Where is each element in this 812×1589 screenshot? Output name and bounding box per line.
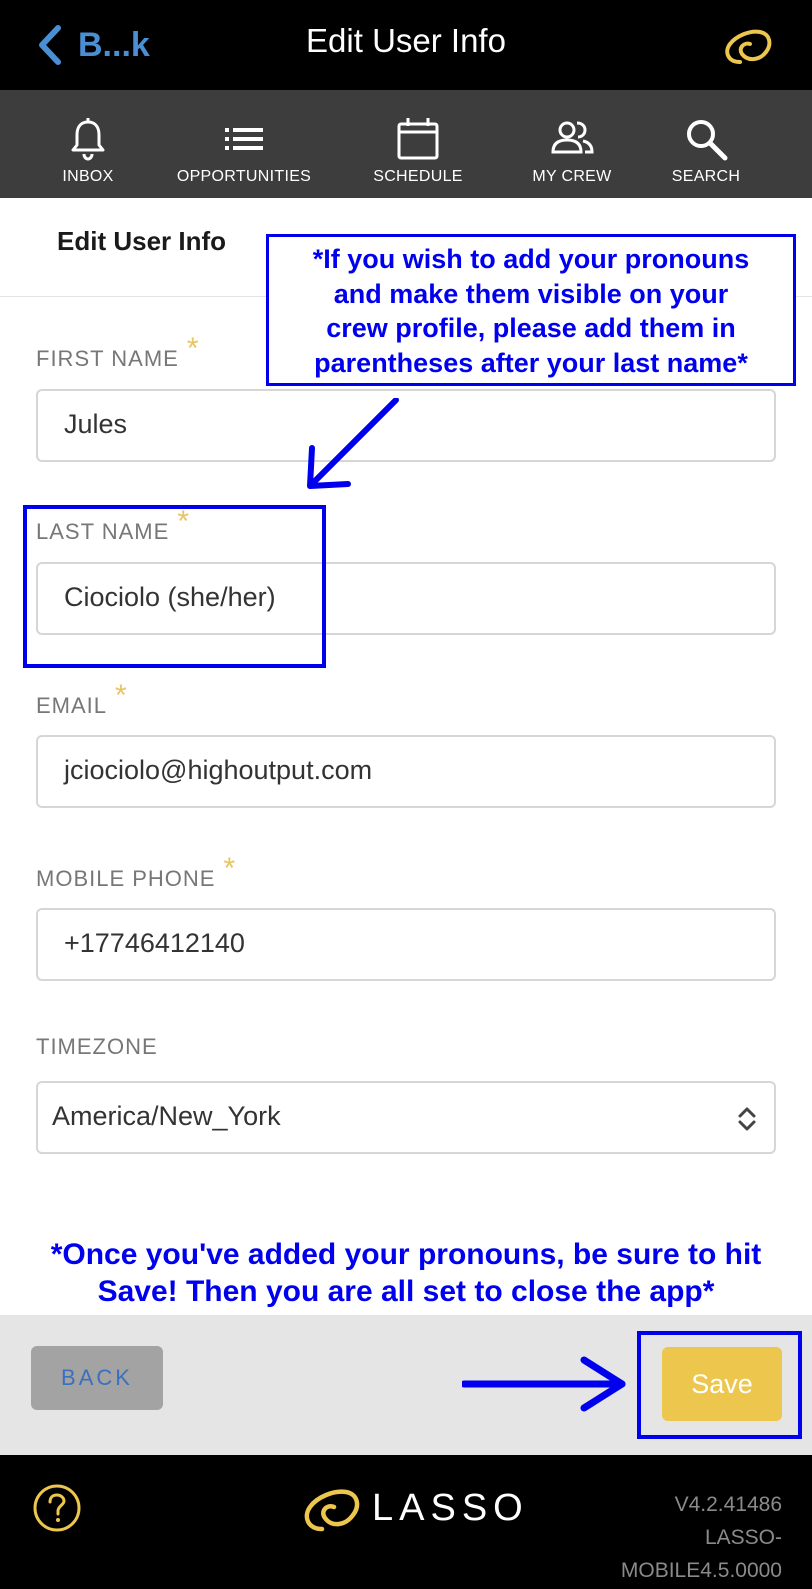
required-star: * <box>115 679 128 712</box>
email-label-text: EMAIL <box>36 693 108 718</box>
timezone-value: America/New_York <box>52 1101 281 1131</box>
timezone-label-text: TIMEZONE <box>36 1034 158 1059</box>
save-annotation: *Once you've added your pronouns, be sur… <box>0 1236 812 1310</box>
mobile-phone-label-text: MOBILE PHONE <box>36 866 216 891</box>
nav-item-schedule[interactable]: SCHEDULE <box>368 90 468 198</box>
back-button[interactable]: BACK <box>31 1346 163 1410</box>
list-icon <box>225 128 263 150</box>
people-icon <box>551 121 594 154</box>
version-info: V4.2.41486 LASSO- MOBILE4.5.0000 <box>582 1488 782 1587</box>
nav-label-schedule: SCHEDULE <box>373 168 463 185</box>
last-name-highlight <box>23 505 326 668</box>
select-arrows-icon <box>738 1107 756 1131</box>
lasso-logo-icon <box>304 1489 360 1532</box>
pronoun-annotation-line: crew profile, please add them in <box>326 313 736 343</box>
pronoun-annotation-line: *If you wish to add your pronouns <box>312 244 750 274</box>
annotation-arrow-icon <box>307 398 399 489</box>
lasso-logo-icon[interactable] <box>720 22 774 68</box>
first-name-label-text: FIRST NAME <box>36 346 179 371</box>
question-mark-icon[interactable] <box>32 1483 82 1533</box>
annotation-arrow-right-icon <box>462 1356 626 1412</box>
footer-logo: LASSO <box>300 1481 529 1535</box>
email-value: jciociolo@highoutput.com <box>64 755 373 785</box>
save-annotation-line: *Once you've added your pronouns, be sur… <box>50 1238 762 1271</box>
pronoun-annotation-line: and make them visible on your <box>333 278 729 309</box>
version-line: LASSO- <box>704 1526 782 1549</box>
top-bar: B...k Edit User Info <box>0 0 812 90</box>
bell-icon <box>71 118 105 161</box>
footer-logo-text: LASSO <box>372 1486 529 1529</box>
version-line: V4.2.41486 <box>674 1493 782 1516</box>
app-title: Edit User Info <box>306 22 506 59</box>
version-line: MOBILE4.5.0000 <box>620 1559 782 1582</box>
save-highlight <box>637 1331 802 1439</box>
nav-label-search: SEARCH <box>671 168 741 185</box>
page-title: Edit User Info <box>57 226 227 256</box>
search-icon <box>687 120 728 161</box>
save-annotation-line: Save! Then you are all set to close the … <box>97 1275 715 1308</box>
nav-item-opportunities[interactable]: OPPORTUNITIES <box>174 90 314 198</box>
email-label: EMAIL * <box>36 679 128 721</box>
nav-item-search[interactable]: SEARCH <box>664 90 748 198</box>
required-star: * <box>186 332 200 365</box>
mobile-phone-value: +17746412140 <box>64 928 245 958</box>
nav-bar: INBOX OPPORTUNITIES SCHEDULE MY CREW SEA… <box>0 90 812 198</box>
timezone-label: TIMEZONE <box>36 1034 158 1060</box>
timezone-select[interactable]: America/New_York <box>36 1081 776 1154</box>
email-field[interactable]: jciociolo@highoutput.com <box>36 735 776 808</box>
required-star: * <box>223 852 237 885</box>
pronoun-annotation: *If you wish to add your pronouns and ma… <box>266 234 796 386</box>
pronoun-annotation-line: parentheses after your last name* <box>314 347 748 378</box>
first-name-label: FIRST NAME * <box>36 332 200 374</box>
first-name-value: Jules <box>64 409 128 439</box>
calendar-icon <box>397 118 439 160</box>
nav-label-my-crew: MY CREW <box>532 168 612 185</box>
mobile-phone-label: MOBILE PHONE * <box>36 852 236 894</box>
nav-label-opportunities: OPPORTUNITIES <box>176 168 312 185</box>
mobile-phone-field[interactable]: +17746412140 <box>36 908 776 981</box>
nav-label-inbox: INBOX <box>62 168 114 185</box>
nav-item-my-crew[interactable]: MY CREW <box>522 90 622 198</box>
nav-item-inbox[interactable]: INBOX <box>48 90 128 198</box>
